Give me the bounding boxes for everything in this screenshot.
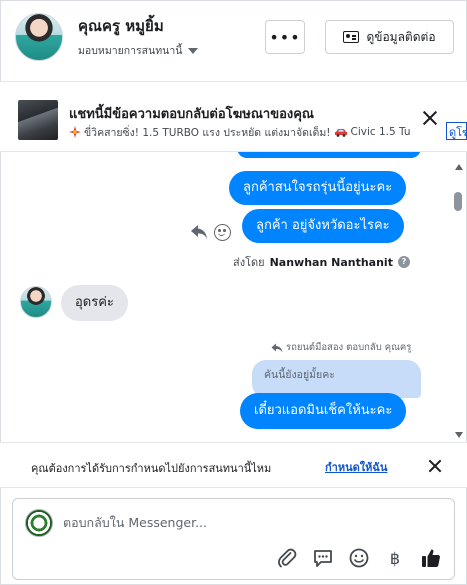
emoji-icon[interactable] (348, 547, 370, 569)
scroll-up-arrow-icon[interactable] (455, 164, 463, 170)
thread-scrollbar[interactable] (452, 152, 465, 442)
reply-arrow-icon (271, 343, 283, 352)
incoming-message[interactable]: อุดรค่ะ (61, 285, 128, 321)
sent-by-line: ส่งโดย Nanwhan Nanthanit ? (233, 253, 410, 271)
ad-subtitle-text-2: Civic 1.5 Tu (350, 126, 411, 138)
view-ad-link[interactable]: ดูโฆษณา (446, 122, 467, 140)
ad-banner-subtitle: ขี่วิคสายซิ่ง! 1.5 TURBO แรง ประหยัด แต่… (69, 124, 441, 140)
car-icon (334, 129, 347, 137)
page-avatar (25, 509, 53, 537)
assign-to-me-link[interactable]: กำหนดให้ฉัน (325, 458, 387, 476)
more-options-button[interactable]: ••• (265, 20, 305, 54)
view-contact-info-label: ดูข้อมูลติดต่อ (366, 29, 436, 44)
ad-banner-title: แชทนี้มีข้อความตอบกลับต่อโฆษณาของคุณ (69, 107, 314, 122)
saved-replies-icon[interactable] (312, 547, 334, 569)
outgoing-message[interactable]: ลูกค้าสนใจรถรุ่นนี้อยู่นะคะ (229, 171, 407, 205)
assign-conversation-dropdown[interactable]: มอบหมายการสนทนานี้ (78, 42, 199, 59)
conversation-header: คุณครู หมูยิ้ม มอบหมายการสนทนานี้ ••• ดู… (0, 0, 467, 82)
replied-to-label: รถยนต์มือสอง ตอบกลับ คุณครู (271, 340, 411, 355)
outgoing-message[interactable]: ลูกค้า อยู่จังหวัดอะไรคะ (242, 209, 404, 243)
close-icon[interactable] (428, 459, 442, 473)
contact-avatar-small[interactable] (20, 286, 52, 318)
close-icon[interactable] (421, 109, 439, 127)
attachment-icon[interactable] (276, 547, 298, 569)
replied-to-text: รถยนต์มือสอง ตอบกลับ คุณครู (286, 342, 412, 353)
scroll-down-arrow-icon[interactable] (455, 432, 463, 438)
sent-by-prefix: ส่งโดย (233, 256, 265, 269)
reply-icon[interactable] (190, 224, 208, 240)
ad-thumbnail[interactable] (18, 100, 58, 140)
sent-by-name: Nanwhan Nanthanit (269, 255, 393, 269)
assign-suggestion-bar: คุณต้องการได้รับการกำหนดไปยังการสนทนานี้… (0, 442, 467, 488)
contact-avatar[interactable] (15, 13, 63, 61)
payment-baht-icon[interactable]: ฿ (384, 547, 406, 569)
contact-card-icon (343, 31, 360, 43)
contact-name[interactable]: คุณครู หมูยิ้ม (78, 14, 164, 38)
reply-input[interactable] (63, 515, 363, 530)
svg-text:฿: ฿ (390, 549, 400, 568)
assign-suggestion-text: คุณต้องการได้รับการกำหนดไปยังการสนทนานี้… (31, 462, 272, 475)
sparkle-icon (69, 126, 81, 138)
message-thread[interactable]: ลูกค้าสนใจรถรุ่นนี้อยู่นะคะ ลูกค้า อยู่จ… (0, 152, 467, 442)
ad-subtitle-text-1: ขี่วิคสายซิ่ง! 1.5 TURBO แรง ประหยัด แต่… (84, 126, 331, 139)
outgoing-message[interactable]: เดี๋ยวแอดมินเช็คให้นะคะ (240, 393, 407, 429)
view-contact-info-button[interactable]: ดูข้อมูลติดต่อ (325, 20, 454, 54)
message-composer: ฿ (12, 498, 455, 580)
scroll-thumb[interactable] (454, 192, 462, 211)
thumbs-up-icon[interactable] (420, 547, 442, 569)
help-icon[interactable]: ? (397, 256, 410, 268)
react-emoji-icon[interactable] (214, 224, 231, 241)
caret-down-icon (188, 47, 199, 54)
assign-label: มอบหมายการสนทนานี้ (78, 45, 183, 57)
message-bubble-partial (237, 152, 421, 158)
ad-reply-banner: แชทนี้มีข้อความตอบกลับต่อโฆษณาของคุณ ขี่… (0, 82, 467, 152)
